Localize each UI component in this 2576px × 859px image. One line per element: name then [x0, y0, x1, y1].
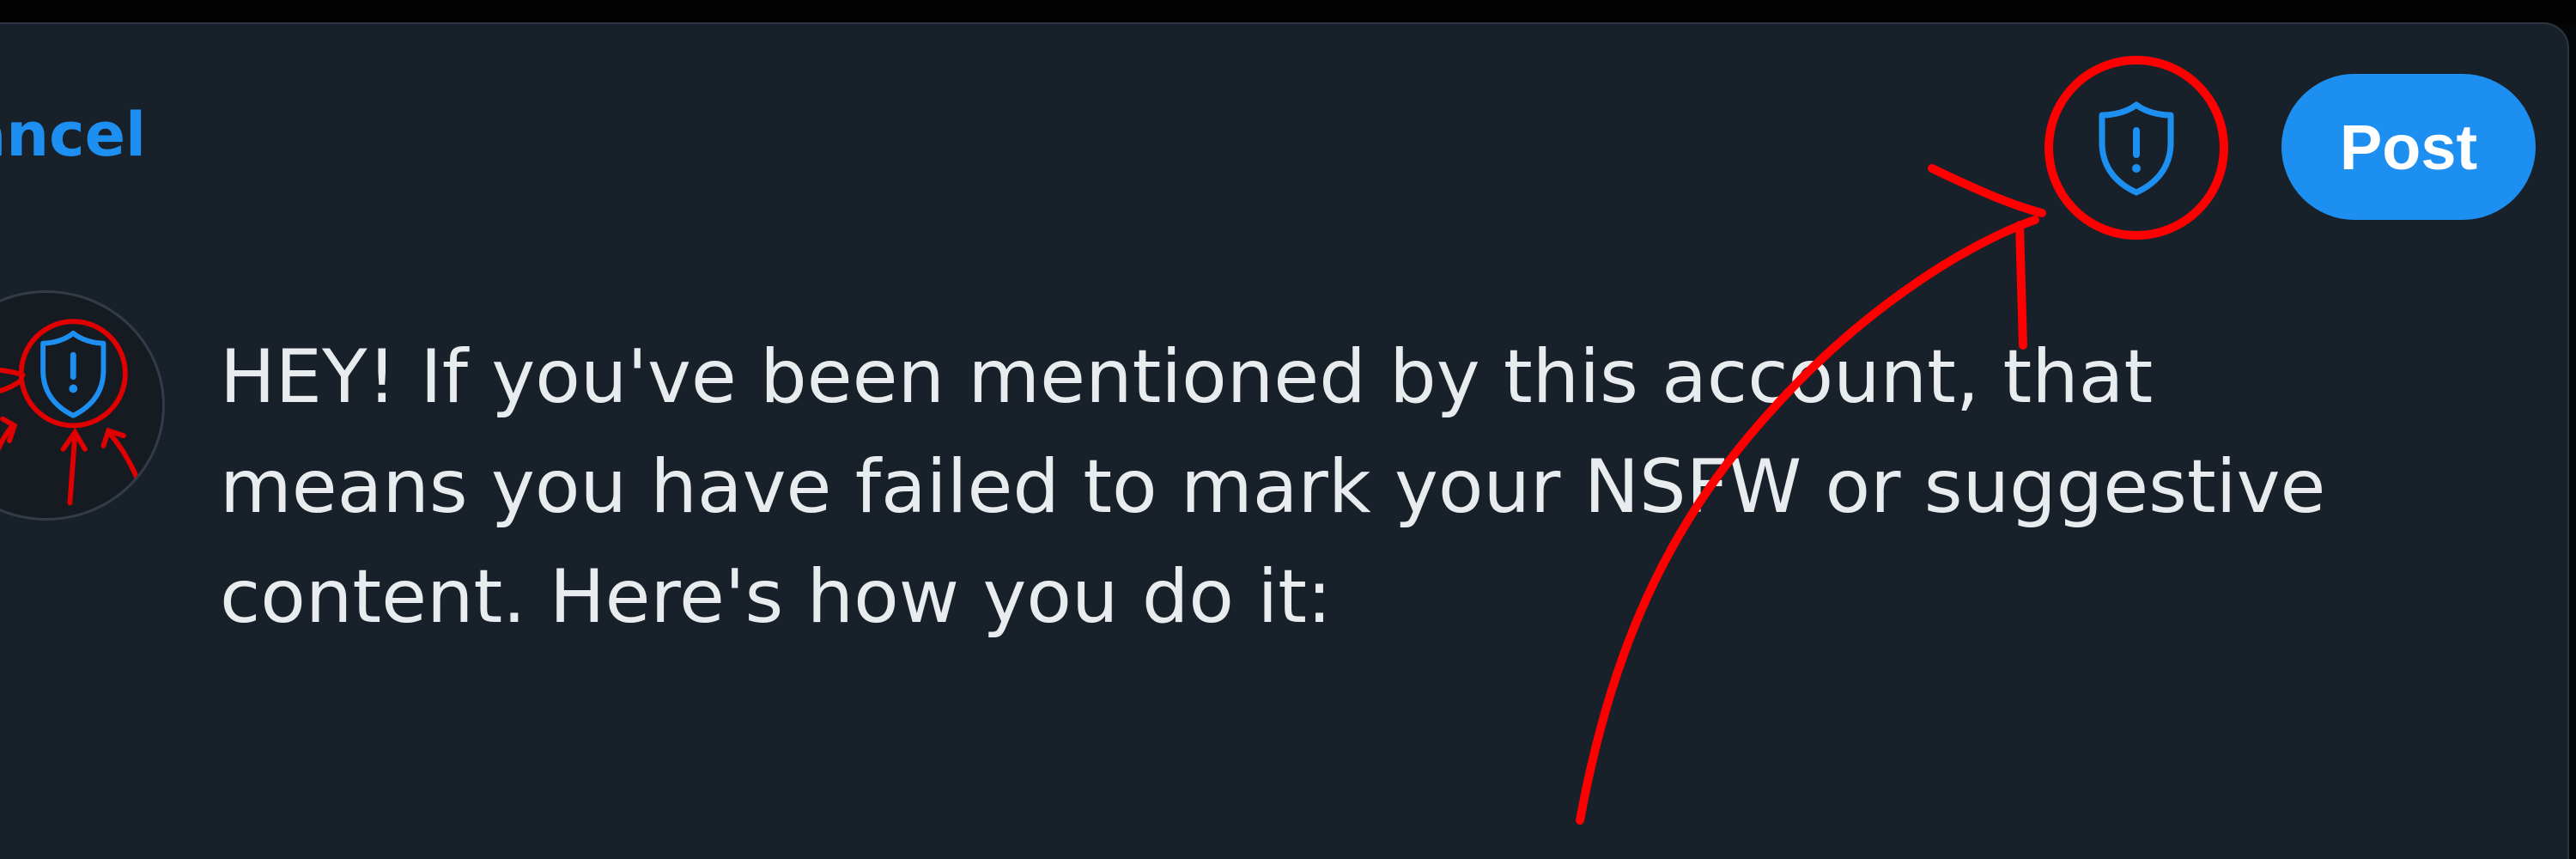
mark-sensitive-button[interactable] — [2068, 93, 2205, 203]
shield-alert-icon — [2099, 101, 2174, 196]
cancel-button[interactable]: ancel — [0, 105, 146, 165]
post-button[interactable]: Post — [2281, 74, 2536, 220]
shield-alert-icon — [40, 330, 106, 418]
top-window-strip — [0, 0, 2576, 24]
tweet-text[interactable]: HEY! If you've been mentioned by this ac… — [220, 322, 2418, 652]
